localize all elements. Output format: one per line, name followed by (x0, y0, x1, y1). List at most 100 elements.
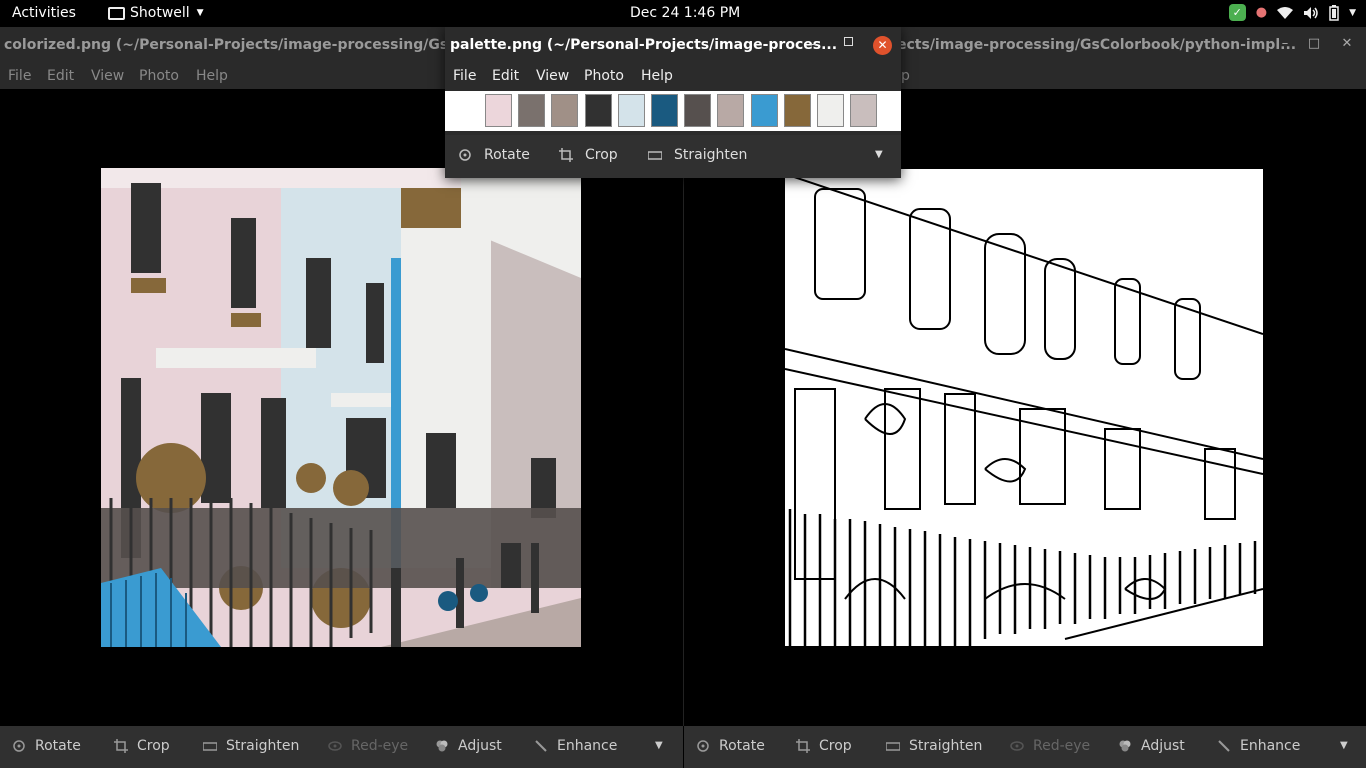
magic-wand-icon (1218, 740, 1230, 752)
color-swatch (750, 94, 778, 127)
menu-edit[interactable]: Edit (47, 68, 74, 84)
crop-icon (114, 739, 128, 753)
color-swatch (783, 94, 811, 127)
color-swatch (518, 94, 546, 127)
clock[interactable]: Dec 24 1:46 PM (630, 5, 740, 21)
rotate-icon (13, 740, 25, 752)
color-swatch (485, 94, 512, 127)
shield-check-icon[interactable]: ✓ (1228, 4, 1246, 21)
chevron-down-icon[interactable]: ▼ (1340, 740, 1348, 751)
wifi-icon[interactable] (1277, 6, 1294, 20)
menu-photo[interactable]: Photo (584, 68, 624, 84)
colorized-photo[interactable] (101, 168, 581, 647)
straighten-label: Straighten (226, 738, 300, 754)
crop-button[interactable]: Crop (796, 738, 852, 754)
straighten-icon (648, 151, 662, 160)
palette-editing-toolbar: Rotate Crop Straighten ▼ (445, 135, 901, 178)
straighten-button[interactable]: Straighten (886, 738, 982, 754)
main-window-title-right: ects/image-processing/GsColorbook/python… (897, 37, 1297, 53)
enhance-button[interactable]: Enhance (534, 738, 617, 754)
redeye-label: Red-eye (351, 738, 409, 754)
crop-icon (796, 739, 810, 753)
palette-window-title: palette.png (~/Personal-Projects/image-p… (450, 37, 838, 53)
color-swatch (717, 94, 745, 127)
chevron-down-icon[interactable]: ▼ (875, 149, 883, 160)
menu-view[interactable]: View (536, 68, 569, 84)
rotate-button[interactable]: Rotate (696, 738, 765, 754)
minimize-icon[interactable]: – (810, 37, 817, 52)
straighten-label: Straighten (674, 147, 748, 163)
menu-help[interactable]: Help (196, 68, 228, 84)
minimize-icon[interactable]: – (1276, 36, 1294, 51)
enhance-label: Enhance (557, 738, 618, 754)
straighten-button[interactable]: Straighten (203, 738, 299, 754)
color-swatch (584, 94, 612, 127)
palette-image[interactable] (445, 91, 901, 131)
close-icon[interactable]: ✕ (873, 36, 892, 55)
rotate-icon (697, 740, 709, 752)
enhance-button[interactable]: Enhance (1217, 738, 1300, 754)
straighten-icon (203, 742, 217, 751)
menu-help-fragment[interactable]: p (901, 68, 910, 84)
adjust-icon (1119, 740, 1131, 752)
menu-file[interactable]: File (8, 68, 31, 84)
maximize-icon[interactable] (844, 37, 853, 46)
color-swatch (850, 94, 878, 127)
adjust-icon (436, 740, 448, 752)
crop-label: Crop (137, 738, 170, 754)
battery-icon[interactable] (1329, 4, 1339, 21)
crop-button[interactable]: Crop (114, 738, 170, 754)
right-editing-toolbar: Rotate Crop Straighten Red-eye Adjust En… (684, 726, 1366, 768)
chevron-down-icon: ▼ (196, 8, 204, 18)
adjust-button[interactable]: Adjust (1118, 738, 1185, 754)
eye-icon (328, 741, 342, 751)
menu-help[interactable]: Help (641, 68, 673, 84)
crop-button[interactable]: Crop (559, 147, 618, 163)
left-editing-toolbar: Rotate Crop Straighten Red-eye Adjust En… (0, 726, 683, 768)
color-swatch (817, 94, 844, 127)
pane-divider[interactable] (683, 89, 684, 726)
palette-titlebar[interactable]: palette.png (~/Personal-Projects/image-p… (445, 27, 901, 63)
crop-label: Crop (585, 147, 618, 163)
color-swatch (617, 94, 645, 127)
menu-photo[interactable]: Photo (139, 68, 179, 84)
rotate-button[interactable]: Rotate (12, 738, 81, 754)
close-icon[interactable]: ✕ (1338, 36, 1356, 51)
menu-view[interactable]: View (91, 68, 124, 84)
volume-icon[interactable] (1303, 6, 1319, 20)
color-swatch (551, 94, 579, 127)
top-bar: Activities Shotwell ▼ Dec 24 1:46 PM ✓ ●… (0, 0, 1366, 27)
palette-window: palette.png (~/Personal-Projects/image-p… (445, 27, 901, 178)
redeye-button[interactable]: Red-eye (1010, 738, 1090, 754)
maximize-icon[interactable]: □ (1305, 36, 1323, 51)
color-picker-icon[interactable]: ● (1256, 5, 1267, 20)
edges-photo[interactable] (785, 169, 1263, 646)
color-swatch (684, 94, 712, 127)
adjust-label: Adjust (1141, 738, 1185, 754)
system-menu-caret-icon[interactable]: ▼ (1349, 8, 1356, 18)
activities-button[interactable]: Activities (12, 5, 76, 21)
magic-wand-icon (535, 740, 547, 752)
crop-label: Crop (819, 738, 852, 754)
straighten-label: Straighten (909, 738, 983, 754)
menu-file[interactable]: File (453, 68, 476, 84)
adjust-button[interactable]: Adjust (435, 738, 502, 754)
system-tray[interactable]: ✓ ● ▼ (1228, 4, 1356, 21)
app-menu-button[interactable]: Shotwell ▼ (108, 5, 204, 21)
app-name: Shotwell (130, 5, 190, 21)
rotate-icon (459, 149, 471, 161)
menu-edit[interactable]: Edit (492, 68, 519, 84)
palette-menubar: File Edit View Photo Help (445, 63, 901, 89)
rotate-label: Rotate (484, 147, 530, 163)
straighten-button[interactable]: Straighten (648, 147, 747, 163)
rotate-button[interactable]: Rotate (458, 147, 530, 163)
color-swatch (651, 94, 678, 127)
redeye-button[interactable]: Red-eye (328, 738, 408, 754)
enhance-label: Enhance (1240, 738, 1301, 754)
shotwell-icon (108, 6, 125, 20)
redeye-label: Red-eye (1033, 738, 1091, 754)
eye-icon (1010, 741, 1024, 751)
rotate-label: Rotate (719, 738, 765, 754)
crop-icon (559, 148, 573, 162)
chevron-down-icon[interactable]: ▼ (655, 740, 663, 751)
